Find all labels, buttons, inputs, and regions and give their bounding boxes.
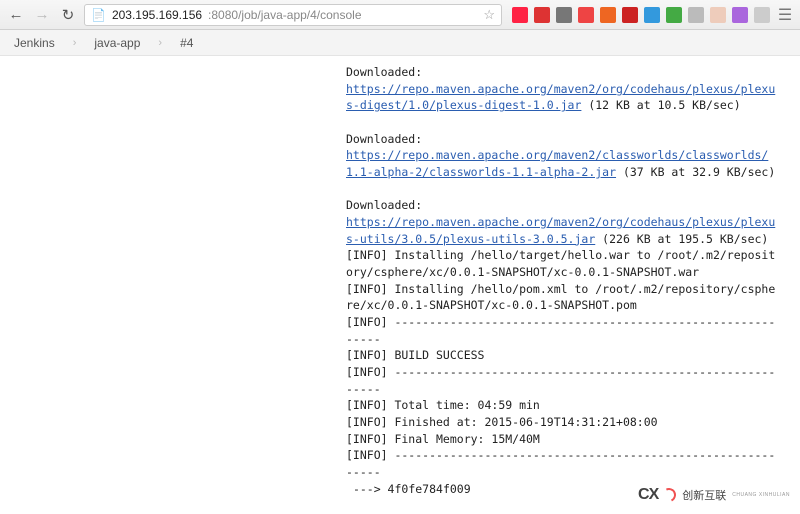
chevron-right-icon: ›: [73, 37, 77, 49]
console-line: [INFO] Total time: 04:59 min: [346, 398, 540, 412]
extension-icon[interactable]: [710, 7, 726, 23]
watermark-chinese: 创新互联: [682, 487, 726, 503]
watermark: CX 创新互联 CHUANG XINHULIAN: [638, 486, 790, 504]
extension-icon[interactable]: [578, 7, 594, 23]
console-output-region: Downloaded: https://repo.maven.apache.or…: [0, 56, 800, 497]
console-line: [INFO] BUILD SUCCESS: [346, 348, 484, 362]
console-line: (12 KB at 10.5 KB/sec): [581, 98, 740, 112]
console-line: Downloaded:: [346, 65, 422, 79]
url-path: :8080/job/java-app/4/console: [208, 8, 361, 22]
extension-icon[interactable]: [512, 7, 528, 23]
reload-button[interactable]: ↻: [58, 5, 78, 25]
extension-icon[interactable]: [600, 7, 616, 23]
extension-icon[interactable]: [556, 7, 572, 23]
console-line: Downloaded:: [346, 198, 422, 212]
browser-toolbar: ← → ↻ 📄 203.195.169.156 :8080/job/java-ap…: [0, 0, 800, 30]
console-line: [INFO] Finished at: 2015-06-19T14:31:21+…: [346, 415, 658, 429]
breadcrumb: Jenkins › java-app › #4: [0, 30, 800, 56]
console-line: [INFO] Installing /hello/pom.xml to /roo…: [346, 282, 775, 313]
extension-icon[interactable]: [688, 7, 704, 23]
console-line: ---> 4f0fe784f009: [346, 482, 471, 496]
extension-icon[interactable]: [534, 7, 550, 23]
address-bar[interactable]: 📄 203.195.169.156 :8080/job/java-app/4/co…: [84, 4, 502, 26]
breadcrumb-item-job[interactable]: java-app: [94, 36, 140, 50]
extension-icon[interactable]: [754, 7, 770, 23]
console-line: [INFO] Installing /hello/target/hello.wa…: [346, 248, 775, 279]
console-line: [INFO] Final Memory: 15M/40M: [346, 432, 540, 446]
extension-icon[interactable]: [732, 7, 748, 23]
breadcrumb-item-jenkins[interactable]: Jenkins: [14, 36, 55, 50]
url-host: 203.195.169.156: [112, 8, 202, 22]
breadcrumb-item-build[interactable]: #4: [180, 36, 193, 50]
extension-icon[interactable]: [622, 7, 638, 23]
menu-icon[interactable]: ☰: [776, 5, 794, 25]
extension-bar: [508, 7, 770, 23]
page-icon: 📄: [91, 8, 106, 22]
console-output: Downloaded: https://repo.maven.apache.or…: [346, 64, 776, 497]
chevron-right-icon: ›: [158, 37, 162, 49]
console-line: (226 KB at 195.5 KB/sec): [595, 232, 768, 246]
console-line: [INFO] ---------------------------------…: [346, 365, 775, 396]
extension-icon[interactable]: [666, 7, 682, 23]
console-line: Downloaded:: [346, 132, 422, 146]
console-line: [INFO] ---------------------------------…: [346, 315, 775, 346]
watermark-logo-text: CX: [638, 486, 658, 504]
console-line: (37 KB at 32.9 KB/sec): [616, 165, 775, 179]
console-line: [INFO] ---------------------------------…: [346, 448, 775, 479]
bookmark-star-icon[interactable]: ☆: [483, 7, 495, 23]
back-button[interactable]: ←: [6, 5, 26, 25]
extension-icon[interactable]: [644, 7, 660, 23]
forward-button[interactable]: →: [32, 5, 52, 25]
watermark-sub: CHUANG XINHULIAN: [732, 492, 790, 498]
watermark-arc-icon: [660, 486, 678, 504]
